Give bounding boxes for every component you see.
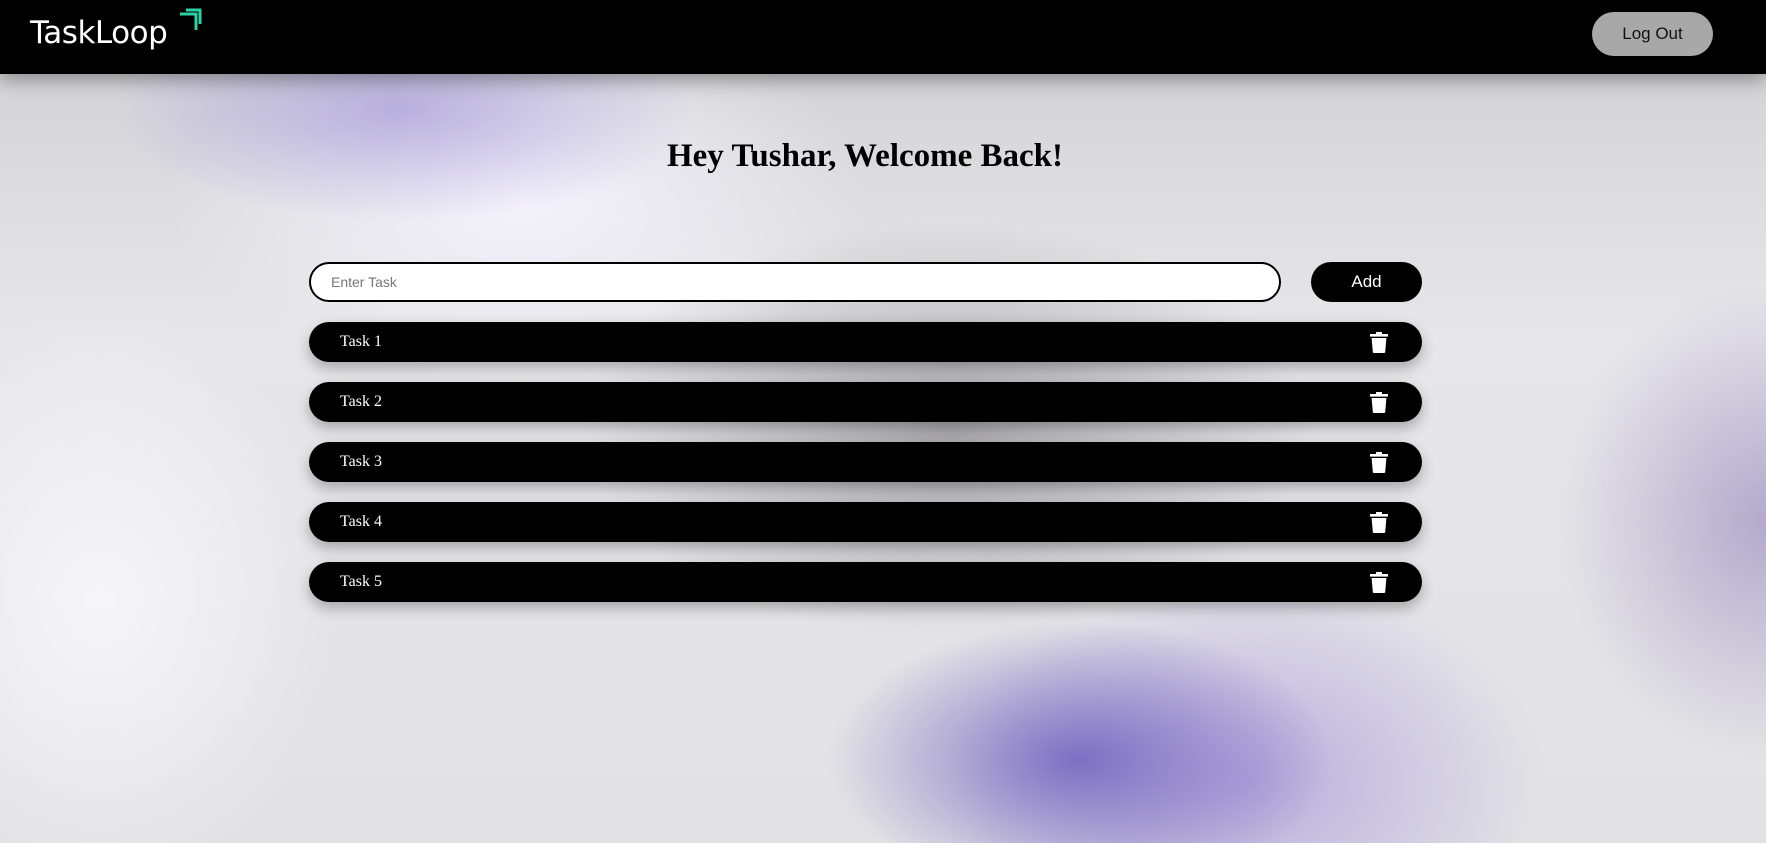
- trash-icon: [1370, 332, 1388, 353]
- delete-task-button[interactable]: [1370, 512, 1388, 533]
- delete-task-button[interactable]: [1370, 332, 1388, 353]
- trash-icon: [1370, 572, 1388, 593]
- task-item[interactable]: Task 1: [309, 322, 1422, 362]
- task-list: Task 1 Task 2 Task 3 Task 4 Task 5: [309, 322, 1422, 622]
- welcome-heading: Hey Tushar, Welcome Back!: [666, 138, 1064, 174]
- arrow-up-right-icon: [180, 8, 202, 30]
- delete-task-button[interactable]: [1370, 572, 1388, 593]
- task-item[interactable]: Task 5: [309, 562, 1422, 602]
- brand-logo[interactable]: TaskLoop: [30, 8, 202, 58]
- task-label: Task 1: [340, 333, 382, 350]
- task-input[interactable]: [309, 262, 1281, 302]
- trash-icon: [1370, 392, 1388, 413]
- task-label: Task 4: [340, 513, 382, 530]
- delete-task-button[interactable]: [1370, 452, 1388, 473]
- top-navbar: TaskLoop Log Out: [0, 0, 1766, 74]
- delete-task-button[interactable]: [1370, 392, 1388, 413]
- task-label: Task 5: [340, 573, 382, 590]
- trash-icon: [1370, 452, 1388, 473]
- task-item[interactable]: Task 4: [309, 502, 1422, 542]
- add-task-button[interactable]: Add: [1311, 262, 1422, 302]
- task-label: Task 3: [340, 453, 382, 470]
- task-form: Add: [309, 262, 1422, 302]
- task-item[interactable]: Task 2: [309, 382, 1422, 422]
- brand-name: TaskLoop: [30, 15, 168, 51]
- trash-icon: [1370, 512, 1388, 533]
- logout-button[interactable]: Log Out: [1592, 12, 1713, 56]
- task-item[interactable]: Task 3: [309, 442, 1422, 482]
- task-label: Task 2: [340, 393, 382, 410]
